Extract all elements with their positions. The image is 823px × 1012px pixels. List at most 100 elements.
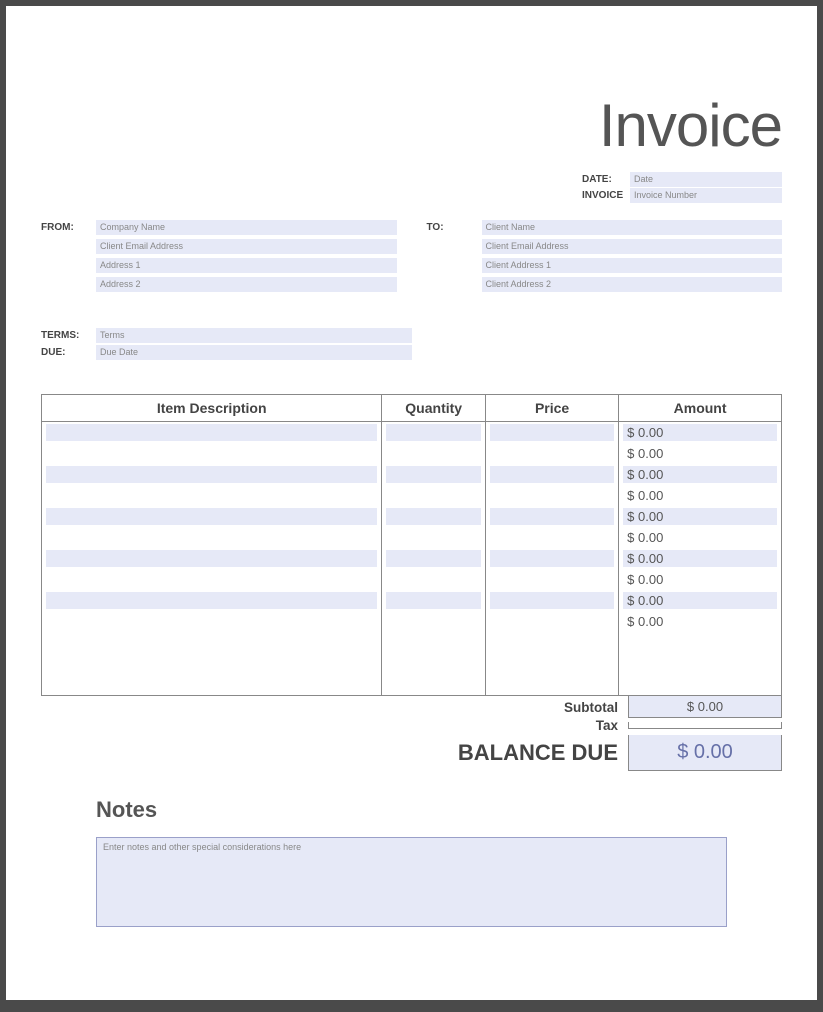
table-cell — [619, 674, 782, 696]
totals-section: Subtotal $ 0.00 Tax BALANCE DUE $ 0.00 — [41, 696, 782, 771]
to-address2-input[interactable]: Client Address 2 — [482, 277, 783, 292]
address-section: FROM: Company Name Client Email Address … — [41, 220, 782, 296]
col-header-quantity: Quantity — [382, 395, 486, 422]
table-row: $ 0.00 — [42, 590, 782, 611]
due-label: DUE: — [41, 345, 96, 362]
table-cell[interactable] — [485, 653, 618, 674]
table-cell[interactable] — [485, 632, 618, 653]
terms-label: TERMS: — [41, 328, 96, 345]
table-cell[interactable] — [382, 632, 486, 653]
table-cell[interactable] — [42, 548, 382, 569]
from-label: FROM: — [41, 220, 96, 296]
table-cell[interactable] — [382, 569, 486, 590]
invoice-number-label: INVOICE — [582, 190, 630, 201]
due-date-input[interactable]: Due Date — [96, 345, 412, 360]
table-cell: $ 0.00 — [619, 527, 782, 548]
table-cell: $ 0.00 — [619, 464, 782, 485]
terms-input[interactable]: Terms — [96, 328, 412, 343]
table-row: $ 0.00 — [42, 422, 782, 444]
table-row — [42, 653, 782, 674]
from-email-input[interactable]: Client Email Address — [96, 239, 397, 254]
table-cell[interactable] — [382, 548, 486, 569]
table-cell[interactable] — [382, 443, 486, 464]
table-cell[interactable] — [485, 443, 618, 464]
date-label: DATE: — [582, 174, 630, 185]
table-cell: $ 0.00 — [619, 590, 782, 611]
page-title: Invoice — [41, 91, 782, 160]
table-row: $ 0.00 — [42, 569, 782, 590]
table-cell[interactable] — [485, 422, 618, 444]
table-cell[interactable] — [485, 569, 618, 590]
table-cell[interactable] — [382, 611, 486, 632]
table-cell[interactable] — [42, 632, 382, 653]
table-row — [42, 674, 782, 696]
table-cell — [619, 653, 782, 674]
from-company-input[interactable]: Company Name — [96, 220, 397, 235]
table-cell[interactable] — [485, 527, 618, 548]
table-cell[interactable] — [382, 485, 486, 506]
table-cell: $ 0.00 — [619, 422, 782, 444]
to-name-input[interactable]: Client Name — [482, 220, 783, 235]
table-cell[interactable] — [485, 548, 618, 569]
from-address1-input[interactable]: Address 1 — [96, 258, 397, 273]
table-row: $ 0.00 — [42, 548, 782, 569]
table-cell[interactable] — [42, 653, 382, 674]
invoice-meta: DATE: Date INVOICE Invoice Number — [582, 172, 782, 204]
table-cell[interactable] — [485, 590, 618, 611]
terms-section: TERMS: DUE: Terms Due Date — [41, 328, 412, 362]
table-row: $ 0.00 — [42, 443, 782, 464]
to-label: TO: — [427, 220, 482, 296]
table-cell[interactable] — [42, 569, 382, 590]
table-cell[interactable] — [382, 653, 486, 674]
invoice-number-input[interactable]: Invoice Number — [630, 188, 782, 203]
table-cell[interactable] — [42, 422, 382, 444]
table-cell[interactable] — [485, 485, 618, 506]
table-cell[interactable] — [42, 443, 382, 464]
table-cell[interactable] — [42, 590, 382, 611]
balance-due-label: BALANCE DUE — [318, 740, 628, 766]
table-cell[interactable] — [42, 674, 382, 696]
col-header-price: Price — [485, 395, 618, 422]
table-cell[interactable] — [485, 464, 618, 485]
notes-textarea[interactable]: Enter notes and other special considerat… — [96, 837, 727, 927]
table-row — [42, 632, 782, 653]
subtotal-value: $ 0.00 — [628, 696, 782, 718]
to-address1-input[interactable]: Client Address 1 — [482, 258, 783, 273]
subtotal-label: Subtotal — [488, 700, 628, 715]
table-cell[interactable] — [42, 485, 382, 506]
table-cell[interactable] — [42, 464, 382, 485]
table-cell[interactable] — [382, 464, 486, 485]
table-row: $ 0.00 — [42, 485, 782, 506]
table-cell[interactable] — [382, 506, 486, 527]
table-cell: $ 0.00 — [619, 611, 782, 632]
to-email-input[interactable]: Client Email Address — [482, 239, 783, 254]
items-table: Item Description Quantity Price Amount $… — [41, 394, 782, 696]
table-row: $ 0.00 — [42, 611, 782, 632]
from-address2-input[interactable]: Address 2 — [96, 277, 397, 292]
table-row: $ 0.00 — [42, 527, 782, 548]
invoice-page: Invoice DATE: Date INVOICE Invoice Numbe… — [6, 6, 817, 1000]
table-cell[interactable] — [382, 527, 486, 548]
table-cell: $ 0.00 — [619, 485, 782, 506]
table-cell[interactable] — [42, 506, 382, 527]
col-header-description: Item Description — [42, 395, 382, 422]
table-cell: $ 0.00 — [619, 506, 782, 527]
table-cell[interactable] — [382, 590, 486, 611]
table-row: $ 0.00 — [42, 464, 782, 485]
table-cell: $ 0.00 — [619, 569, 782, 590]
table-cell — [619, 632, 782, 653]
table-cell[interactable] — [485, 611, 618, 632]
table-cell[interactable] — [42, 611, 382, 632]
notes-heading: Notes — [96, 797, 782, 823]
table-cell[interactable] — [382, 674, 486, 696]
date-input[interactable]: Date — [630, 172, 782, 187]
balance-due-value: $ 0.00 — [628, 735, 782, 771]
table-cell[interactable] — [382, 422, 486, 444]
table-cell: $ 0.00 — [619, 548, 782, 569]
table-cell[interactable] — [485, 506, 618, 527]
table-cell: $ 0.00 — [619, 443, 782, 464]
table-cell[interactable] — [485, 674, 618, 696]
tax-value[interactable] — [628, 722, 782, 729]
table-cell[interactable] — [42, 527, 382, 548]
col-header-amount: Amount — [619, 395, 782, 422]
